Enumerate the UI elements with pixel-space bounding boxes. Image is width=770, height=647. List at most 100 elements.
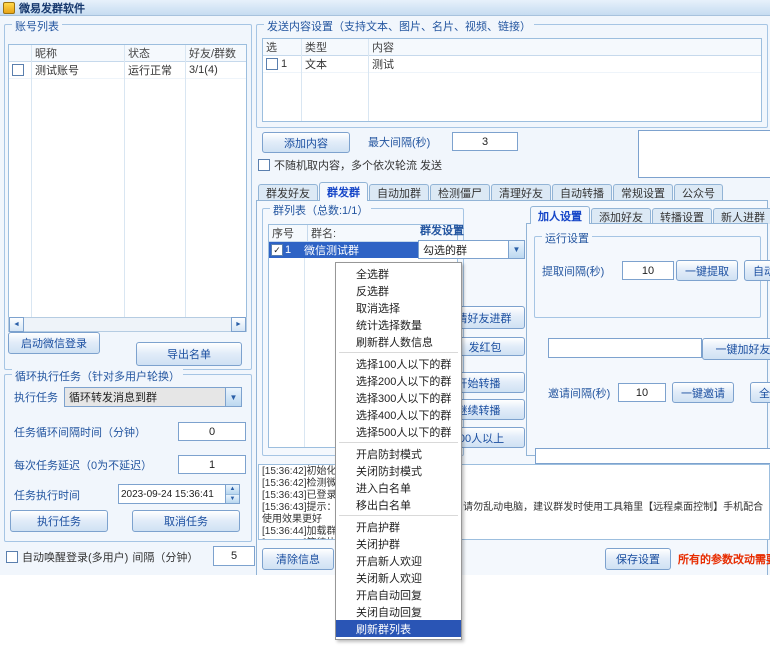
task-time-value: 2023-09-24 15:36:41 [119,489,225,500]
add-content-button[interactable]: 添加内容 [262,132,350,153]
account-checkbox[interactable] [12,64,24,76]
extract-button[interactable]: 一键提取 [676,260,738,281]
menu-item[interactable]: 选择100人以下的群 [336,355,461,372]
main-tab-3[interactable]: 检测僵尸 [430,184,490,201]
menu-item[interactable]: 关闭护群 [336,535,461,552]
task-exec-value: 循环转发消息到群 [65,389,225,405]
task-delay-input[interactable]: 1 [178,455,246,474]
menu-item[interactable]: 开启防封模式 [336,445,461,462]
group-checkbox[interactable]: ✓ [271,244,283,256]
menu-item[interactable]: 统计选择数量 [336,316,461,333]
main-tab-4[interactable]: 清理好友 [491,184,551,201]
send-setting-combobox[interactable]: 勾选的群 ▼ [418,240,525,259]
clear-log-button[interactable]: 清除信息 [262,548,334,570]
add-friend-button[interactable]: 一键加好友 [702,338,770,360]
content-header-content: 内容 [369,39,761,56]
main-tab-6[interactable]: 常规设置 [613,184,673,201]
menu-item[interactable]: 开启护群 [336,518,461,535]
extract-interval-input[interactable]: 10 [622,261,674,280]
extract-interval-label: 提取间隔(秒) [542,262,604,279]
sub-tab-3[interactable]: 新人进群 [713,208,770,224]
save-notice-text: 所有的参数改动需要保存 [678,551,770,567]
main-tab-0[interactable]: 群发好友 [258,184,318,201]
accounts-hscrollbar[interactable]: ◄ ► [8,317,247,332]
menu-item[interactable]: 全选群 [336,265,461,282]
account-nickname[interactable]: 测试账号 [32,62,124,79]
wake-interval-input[interactable]: 5 [213,546,255,566]
accounts-header-check [9,45,31,62]
account-counts: 3/1(4) [186,62,246,79]
menu-item[interactable]: 刷新群列表 [336,620,461,637]
accounts-table[interactable]: 昵称 测试账号 状态 运行正常 好友/群数 3/1(4) [8,44,247,318]
menu-item[interactable]: 选择500人以下的群 [336,423,461,440]
content-checkbox[interactable] [266,58,278,70]
random-label: 不随机取内容，多个依次轮流 发送 [274,157,442,173]
random-checkbox[interactable] [258,159,270,171]
title-bar[interactable]: 微易发群软件 [0,0,770,16]
wake-checkbox[interactable] [6,551,18,563]
menu-item[interactable]: 移出白名单 [336,496,461,513]
wake-row: 自动唤醒登录(多用户) 间隔（分钟） [6,549,198,565]
accounts-title: 账号列表 [12,18,62,34]
invite-all-button[interactable]: 全部邀请 [750,382,770,403]
scroll-left-icon[interactable]: ◄ [9,317,24,332]
main-tab-5[interactable]: 自动转播 [552,184,612,201]
task-title: 循环执行任务（针对多用户轮换） [12,368,183,384]
sub-tab-0[interactable]: 加人设置 [530,206,590,224]
auto-extract-button[interactable]: 自动提取 [744,260,770,281]
send-setting-value: 勾选的群 [419,242,508,258]
menu-item[interactable]: 开启自动回复 [336,586,461,603]
save-settings-button[interactable]: 保存设置 [605,548,671,570]
group-row-name: 微信测试群 [304,242,359,258]
menu-item[interactable]: 关闭自动回复 [336,603,461,620]
export-list-button[interactable]: 导出名单 [136,342,242,366]
menu-item[interactable]: 反选群 [336,282,461,299]
window-title: 微易发群软件 [19,0,85,16]
main-tab-2[interactable]: 自动加群 [369,184,429,201]
menu-separator [339,515,458,516]
menu-item[interactable]: 选择200人以下的群 [336,372,461,389]
menu-item[interactable]: 刷新群人数信息 [336,333,461,350]
content-table[interactable]: 选 1 类型 文本 内容 测试 [262,38,762,122]
menu-item[interactable]: 进入白名单 [336,479,461,496]
menu-item[interactable]: 关闭防封模式 [336,462,461,479]
scroll-right-icon[interactable]: ► [231,317,246,332]
menu-item[interactable]: 取消选择 [336,299,461,316]
add-friend-input[interactable] [548,338,702,358]
cancel-task-button[interactable]: 取消任务 [132,510,240,532]
content-row-type: 文本 [302,56,368,73]
task-loop-label: 任务循环间隔时间（分钟） [14,423,146,441]
wake-label: 自动唤醒登录(多用户) [22,549,128,565]
main-tabbar: 群发好友 群发群 自动加群 检测僵尸 清理好友 自动转播 常规设置 公众号 [258,183,723,201]
task-loop-input[interactable]: 0 [178,422,246,441]
invite-button[interactable]: 一键邀请 [672,382,734,403]
sub-tabbar: 加人设置 添加好友 转播设置 新人进群 其他 [530,207,770,224]
time-spinner[interactable]: ▲▼ [225,485,239,503]
grouplist-title: 群列表（总数:1/1） [270,202,371,218]
max-interval-input[interactable]: 3 [452,132,518,151]
menu-item[interactable]: 关闭新人欢迎 [336,569,461,586]
accounts-header-counts: 好友/群数 [186,45,246,62]
group-context-menu: 全选群 反选群 取消选择 统计选择数量 刷新群人数信息 选择100人以下的群 选… [335,262,462,640]
chevron-down-icon[interactable]: ▼ [225,388,241,406]
chevron-down-icon[interactable]: ▼ [508,241,524,258]
invite-interval-input[interactable]: 10 [618,383,666,402]
login-wechat-button[interactable]: 启动微信登录 [8,332,100,354]
sub-tab-2[interactable]: 转播设置 [652,208,712,224]
menu-item[interactable]: 选择400人以下的群 [336,406,461,423]
menu-item[interactable]: 开启新人欢迎 [336,552,461,569]
table-row: 1 [263,56,301,73]
spin-down-icon: ▼ [226,495,239,504]
menu-separator [339,442,458,443]
sub-tab-1[interactable]: 添加好友 [591,208,651,224]
extra-input[interactable] [535,448,770,464]
menu-item[interactable]: 选择300人以下的群 [336,389,461,406]
task-time-picker[interactable]: 2023-09-24 15:36:41 ▲▼ [118,484,240,504]
main-tab-1[interactable]: 群发群 [319,182,368,201]
accounts-header-status: 状态 [125,45,185,62]
task-exec-combobox[interactable]: 循环转发消息到群 ▼ [64,387,242,407]
main-tab-7[interactable]: 公众号 [674,184,723,201]
task-delay-label: 每次任务延迟（0为不延迟） [14,456,152,474]
task-time-label: 任务执行时间 [14,486,80,504]
run-task-button[interactable]: 执行任务 [10,510,108,532]
